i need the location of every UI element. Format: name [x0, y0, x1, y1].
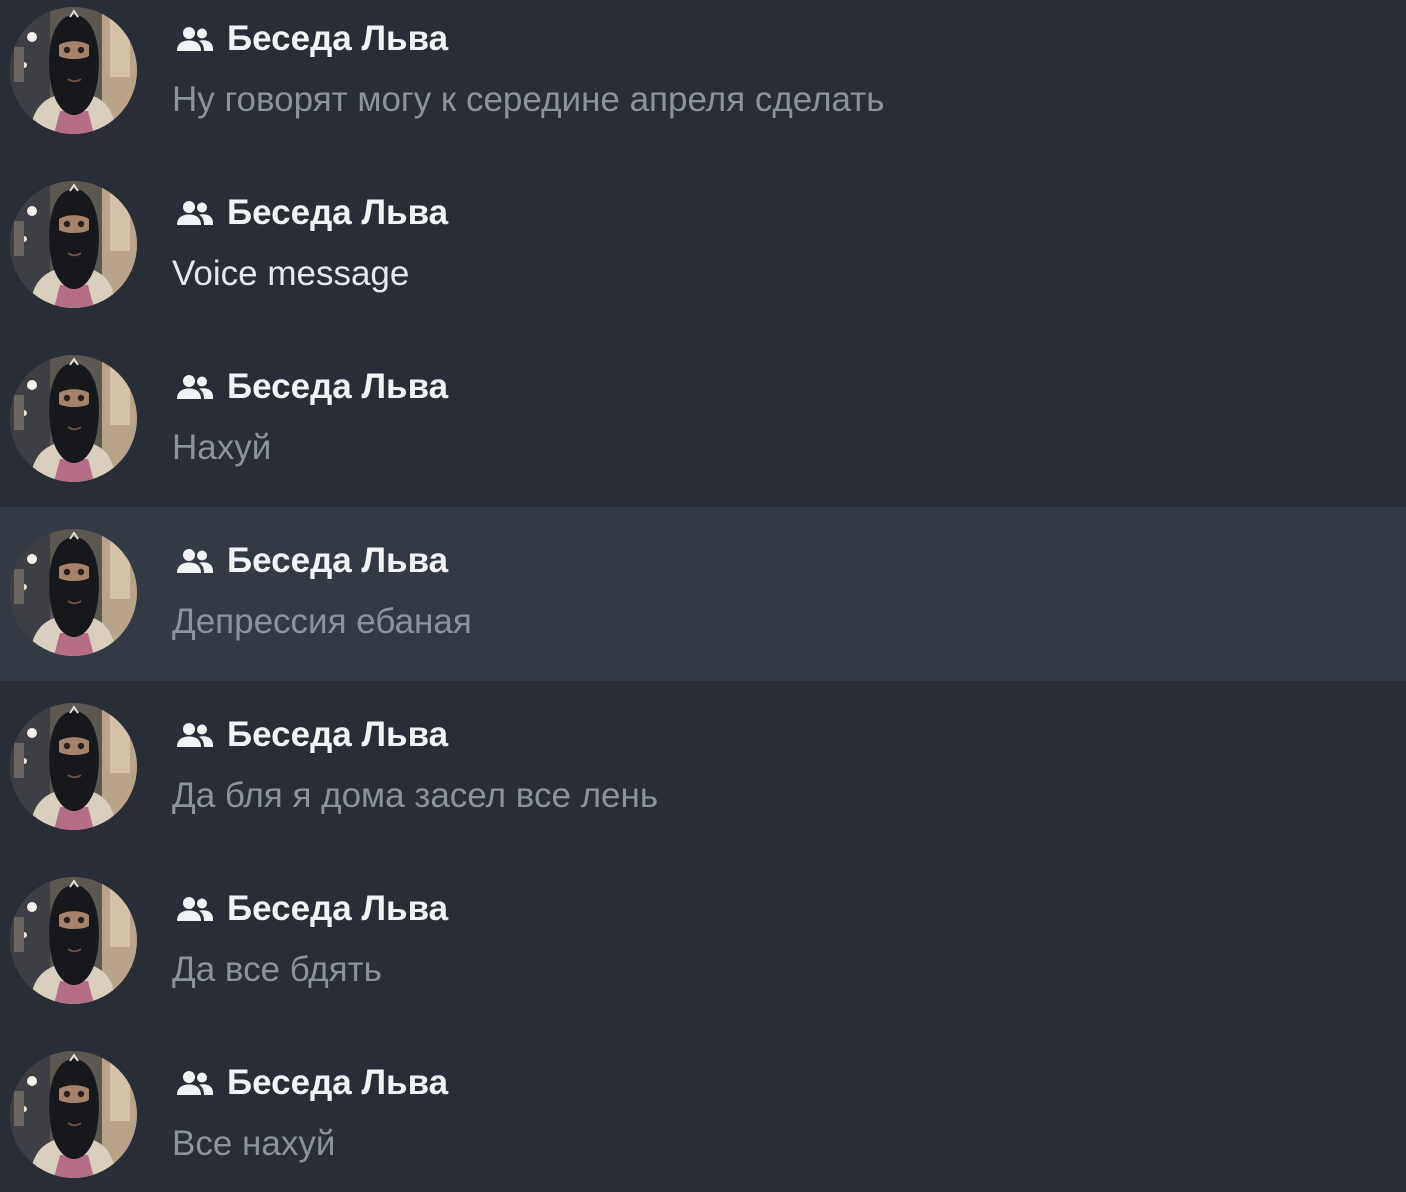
avatar [10, 703, 137, 830]
chat-title: Беседа Льва [227, 889, 449, 928]
chat-list-item-selected[interactable]: Беседа Льва Депрессия ебаная [0, 507, 1406, 681]
chat-title: Беседа Льва [227, 1063, 449, 1102]
chat-title: Беседа Льва [227, 19, 449, 58]
chat-title-row: Беседа Льва [175, 887, 448, 931]
chat-list-item[interactable]: Беседа Льва Все нахуй [0, 1044, 1406, 1192]
last-message-preview: Нахуй [172, 428, 272, 467]
chat-title-row: Беседа Льва [175, 1061, 448, 1105]
last-message-preview: Да все бдять [172, 950, 382, 989]
chat-title: Беседа Льва [227, 541, 449, 580]
last-message-preview: Voice message [172, 254, 410, 293]
avatar [10, 181, 137, 308]
chat-list-item[interactable]: Беседа Льва Ну говорят могу к середине а… [0, 0, 1406, 174]
chat-title-row: Беседа Льва [175, 539, 448, 583]
chat-title: Беседа Льва [227, 193, 449, 232]
avatar [10, 7, 137, 134]
chat-list-item[interactable]: Беседа Льва Нахуй [0, 348, 1406, 522]
last-message-preview: Ну говорят могу к середине апреля сделат… [172, 80, 885, 119]
avatar [10, 529, 137, 656]
chat-title-row: Беседа Льва [175, 713, 448, 757]
chat-list-item[interactable]: Беседа Льва Да бля я дома засел все лень [0, 696, 1406, 870]
chat-title-row: Беседа Льва [175, 365, 448, 409]
last-message-preview: Да бля я дома засел все лень [172, 776, 659, 815]
chat-list-item[interactable]: Беседа Льва Да все бдять [0, 870, 1406, 1044]
chat-list-item[interactable]: Беседа Льва Voice message [0, 174, 1406, 348]
chat-title: Беседа Льва [227, 715, 449, 754]
avatar [10, 877, 137, 1004]
chat-title-row: Беседа Льва [175, 17, 448, 61]
chat-title: Беседа Льва [227, 367, 449, 406]
group-icon [175, 198, 215, 228]
group-icon [175, 894, 215, 924]
group-icon [175, 720, 215, 750]
avatar [10, 1051, 137, 1178]
group-icon [175, 372, 215, 402]
last-message-preview: Все нахуй [172, 1124, 336, 1163]
group-icon [175, 1068, 215, 1098]
avatar [10, 355, 137, 482]
last-message-preview: Депрессия ебаная [172, 602, 472, 641]
group-icon [175, 546, 215, 576]
chat-title-row: Беседа Льва [175, 191, 448, 235]
group-icon [175, 24, 215, 54]
